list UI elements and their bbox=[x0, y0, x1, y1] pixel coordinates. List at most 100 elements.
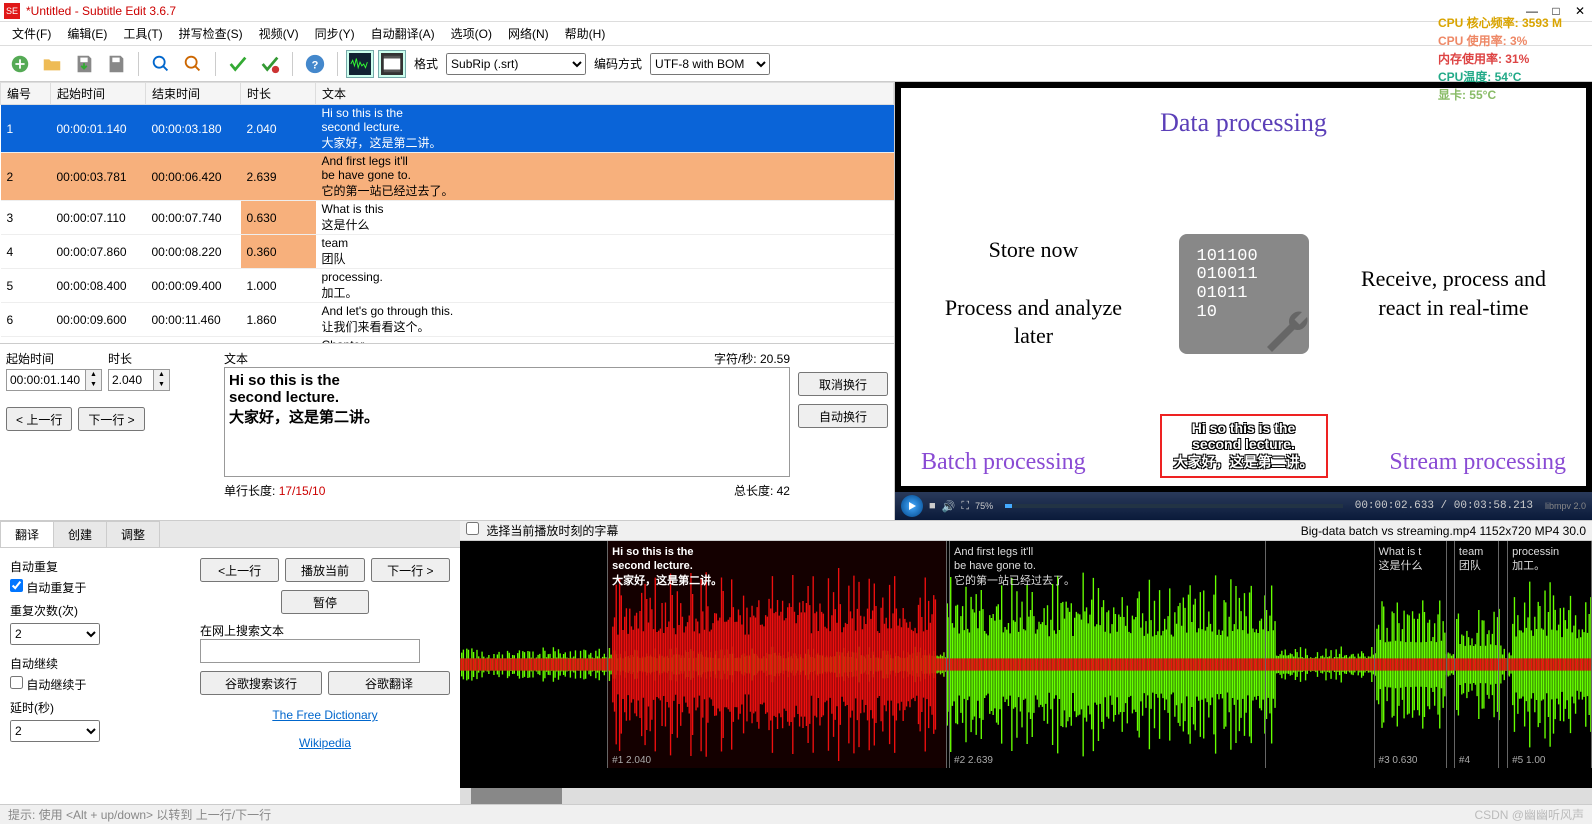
settings-button[interactable] bbox=[256, 50, 284, 78]
video-br: Stream processing bbox=[1389, 449, 1566, 476]
unbreak-button[interactable]: 取消换行 bbox=[798, 372, 888, 396]
menu-item[interactable]: 编辑(E) bbox=[61, 23, 113, 44]
help-button[interactable]: ? bbox=[301, 50, 329, 78]
waveform-segment[interactable]: team 团队#4 bbox=[1454, 541, 1499, 768]
encoding-select[interactable]: UTF-8 with BOM bbox=[650, 53, 770, 75]
trans-pause-button[interactable]: 暂停 bbox=[281, 590, 368, 614]
minimize-button[interactable]: — bbox=[1524, 4, 1540, 18]
waveform-segment[interactable]: And first legs it'll be have gone to. 它的… bbox=[949, 541, 1266, 768]
volume-icon[interactable]: 🔊 bbox=[942, 500, 956, 513]
subtitle-textarea[interactable] bbox=[224, 367, 790, 477]
autobreak-button[interactable]: 自动换行 bbox=[798, 404, 888, 428]
menu-item[interactable]: 同步(Y) bbox=[309, 23, 361, 44]
waveform-scrollbar[interactable] bbox=[460, 788, 1592, 804]
trans-prev-button[interactable]: <上一行 bbox=[200, 558, 279, 582]
video-toggle-button[interactable] bbox=[378, 50, 406, 78]
col-text[interactable]: 文本 bbox=[316, 83, 894, 105]
menu-item[interactable]: 工具(T) bbox=[117, 23, 168, 44]
video-panel: Data processing Store nowProcess and ana… bbox=[895, 82, 1592, 520]
next-line-button[interactable]: 下一行 > bbox=[78, 407, 144, 431]
start-time-input[interactable]: ▲▼ bbox=[6, 369, 102, 391]
statusbar: 提示: 使用 <Alt + up/down> 以转到 上一行/下一行 CSDN … bbox=[0, 804, 1592, 824]
subtitle-grid[interactable]: 编号 起始时间 结束时间 时长 文本 100:00:01.14000:00:03… bbox=[0, 82, 894, 344]
wikipedia-link[interactable]: Wikipedia bbox=[200, 731, 450, 755]
menu-item[interactable]: 帮助(H) bbox=[559, 23, 612, 44]
google-line-button[interactable]: 谷歌搜索该行 bbox=[200, 671, 322, 695]
delay-select[interactable]: 2 bbox=[10, 720, 100, 742]
cps-display: 字符/秒: 20.59 bbox=[714, 350, 790, 367]
video-time: 00:00:02.633 / 00:03:58.213 bbox=[1355, 500, 1533, 512]
close-button[interactable]: ✕ bbox=[1572, 4, 1588, 18]
new-button[interactable] bbox=[6, 50, 34, 78]
tab-create[interactable]: 创建 bbox=[53, 521, 107, 547]
video-controls: ■ 🔊 ⛶ 75% 00:00:02.633 / 00:03:58.213 li… bbox=[895, 492, 1592, 520]
progress-bar[interactable] bbox=[1005, 504, 1343, 508]
tab-translate[interactable]: 翻译 bbox=[0, 521, 54, 547]
col-start[interactable]: 起始时间 bbox=[51, 83, 146, 105]
menu-item[interactable]: 自动翻译(A) bbox=[365, 23, 441, 44]
freedict-link[interactable]: The Free Dictionary bbox=[200, 703, 450, 727]
open-button[interactable] bbox=[38, 50, 66, 78]
toolbar: ? 格式 SubRip (.srt) 编码方式 UTF-8 with BOM bbox=[0, 46, 1592, 82]
repeat-count-label: 重复次数(次) bbox=[10, 602, 180, 619]
menu-item[interactable]: 拼写检查(S) bbox=[173, 23, 249, 44]
duration-input[interactable]: ▲▼ bbox=[108, 369, 170, 391]
find-button[interactable] bbox=[147, 50, 175, 78]
table-row[interactable]: 700:00:12.00000:00:13.0001.000Chapter.章节… bbox=[1, 337, 894, 345]
fullscreen-button[interactable]: ⛶ bbox=[961, 500, 969, 513]
saveas-button[interactable] bbox=[102, 50, 130, 78]
tab-adjust[interactable]: 调整 bbox=[106, 521, 160, 547]
format-select[interactable]: SubRip (.srt) bbox=[446, 53, 586, 75]
save-button[interactable] bbox=[70, 50, 98, 78]
trans-play-button[interactable]: 播放当前 bbox=[285, 558, 364, 582]
start-time-label: 起始时间 bbox=[6, 350, 102, 367]
watermark: CSDN @幽幽听风声 bbox=[1474, 806, 1584, 823]
titlebar: SE *Untitled - Subtitle Edit 3.6.7 — □ ✕ bbox=[0, 0, 1592, 22]
autocontinue-checkbox[interactable]: 自动继续于 bbox=[10, 678, 86, 692]
google-trans-button[interactable]: 谷歌翻译 bbox=[328, 671, 450, 695]
play-button[interactable] bbox=[901, 495, 923, 517]
menu-item[interactable]: 视频(V) bbox=[253, 23, 305, 44]
format-label: 格式 bbox=[414, 55, 438, 72]
waveform-panel: 选择当前播放时刻的字幕 Big-data batch vs streaming.… bbox=[460, 521, 1592, 804]
video-frame[interactable]: Data processing Store nowProcess and ana… bbox=[901, 88, 1586, 486]
col-dur[interactable]: 时长 bbox=[241, 83, 316, 105]
search-web-label: 在网上搜索文本 bbox=[200, 622, 450, 639]
video-right-text: Receive, process and react in real-time bbox=[1354, 265, 1554, 322]
menu-item[interactable]: 网络(N) bbox=[502, 23, 555, 44]
col-num[interactable]: 编号 bbox=[1, 83, 51, 105]
menu-item[interactable]: 文件(F) bbox=[6, 23, 57, 44]
maximize-button[interactable]: □ bbox=[1548, 4, 1564, 18]
video-info: Big-data batch vs streaming.mp4 1152x720… bbox=[1301, 524, 1586, 538]
menubar: 文件(F)编辑(E)工具(T)拼写检查(S)视频(V)同步(Y)自动翻译(A)选… bbox=[0, 22, 1592, 46]
autorepeat-checkbox[interactable]: 自动重复于 bbox=[10, 581, 86, 595]
waveform-segment[interactable]: processin 加工。#5 1.00 bbox=[1507, 541, 1592, 768]
delay-label: 延时(秒) bbox=[10, 699, 180, 716]
table-row[interactable]: 400:00:07.86000:00:08.2200.360team团队 bbox=[1, 235, 894, 269]
waveform-canvas[interactable]: Hi so this is the second lecture. 大家好，这是… bbox=[460, 541, 1592, 788]
table-row[interactable]: 100:00:01.14000:00:03.1802.040Hi so this… bbox=[1, 105, 894, 153]
repeat-count-select[interactable]: 2 bbox=[10, 623, 100, 645]
table-row[interactable]: 600:00:09.60000:00:11.4601.860And let's … bbox=[1, 303, 894, 337]
table-row[interactable]: 500:00:08.40000:00:09.4001.000processing… bbox=[1, 269, 894, 303]
replace-button[interactable] bbox=[179, 50, 207, 78]
menu-item[interactable]: 选项(O) bbox=[445, 23, 498, 44]
waveform-segment[interactable]: Hi so this is the second lecture. 大家好，这是… bbox=[607, 541, 947, 768]
player-logo: libmpv 2.0 bbox=[1545, 501, 1586, 511]
waveform-toggle-button[interactable] bbox=[346, 50, 374, 78]
table-row[interactable]: 200:00:03.78100:00:06.4202.639And first … bbox=[1, 153, 894, 201]
trans-next-button[interactable]: 下一行 > bbox=[371, 558, 450, 582]
stop-button[interactable]: ■ bbox=[929, 500, 936, 512]
fix-button[interactable] bbox=[224, 50, 252, 78]
table-row[interactable]: 300:00:07.11000:00:07.7400.630What is th… bbox=[1, 201, 894, 235]
waveform-segment[interactable]: What is t 这是什么#3 0.630 bbox=[1374, 541, 1448, 768]
status-hint: 提示: 使用 <Alt + up/down> 以转到 上一行/下一行 bbox=[8, 806, 271, 823]
select-playback-checkbox[interactable]: 选择当前播放时刻的字幕 bbox=[466, 522, 618, 539]
col-end[interactable]: 结束时间 bbox=[146, 83, 241, 105]
encoding-label: 编码方式 bbox=[594, 55, 642, 72]
total-length: 总长度: 42 bbox=[734, 482, 790, 499]
search-web-input[interactable] bbox=[200, 639, 420, 663]
prev-line-button[interactable]: < 上一行 bbox=[6, 407, 72, 431]
edit-panel: 起始时间 ▲▼ 时长 ▲▼ < 上一行 下一行 > 文本 字符/秒: 20.59 bbox=[0, 344, 894, 520]
subtitle-overlay: Hi so this is the second lecture. 大家好，这是… bbox=[1160, 414, 1328, 478]
